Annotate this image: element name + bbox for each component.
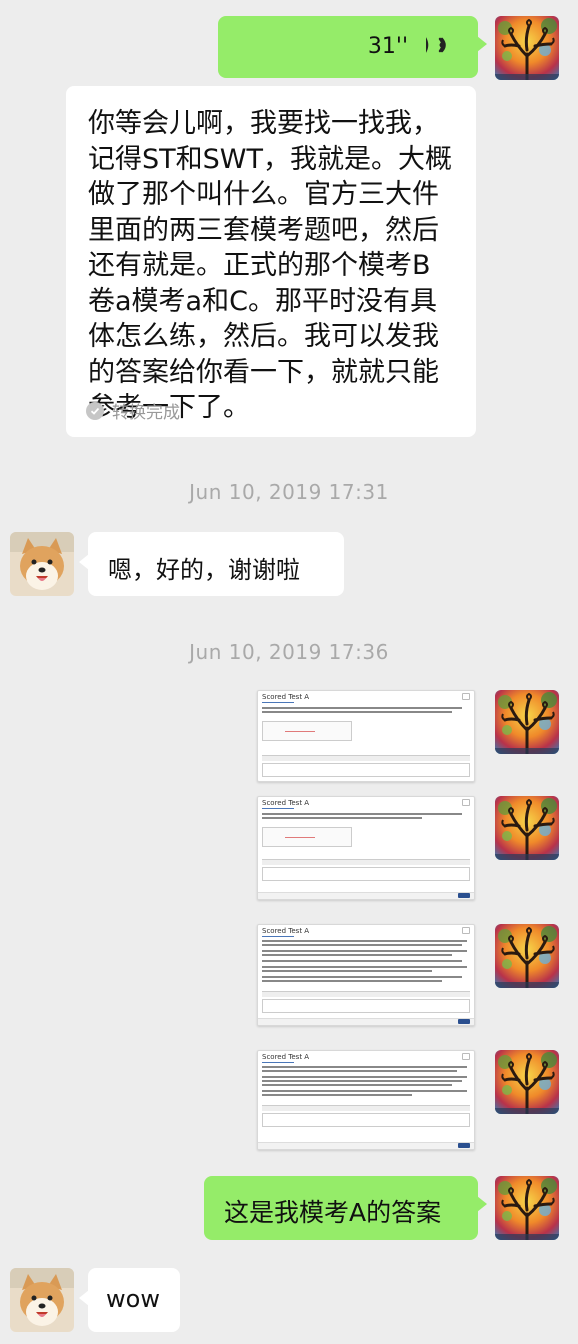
title-underline [262, 936, 294, 937]
text-line [262, 960, 462, 962]
text-line [262, 1094, 412, 1096]
screenshot-footer [258, 1018, 474, 1025]
text-line [262, 980, 442, 982]
text-line [262, 944, 462, 946]
text-line [262, 1076, 467, 1078]
message-text: 这是我模考A的答案 [224, 1198, 442, 1227]
tree-avatar-icon [495, 1050, 559, 1114]
title-underline [262, 1062, 294, 1063]
text-line [262, 970, 432, 972]
answer-area [262, 867, 470, 881]
voice-duration: 31'' [367, 34, 408, 59]
screenshot-title: Scored Test A [262, 1053, 310, 1061]
answer-area [262, 763, 470, 777]
text-line [262, 813, 462, 815]
screenshot-title: Scored Test A [262, 799, 310, 807]
tree-avatar-icon [495, 690, 559, 754]
self-message-bubble[interactable]: 这是我模考A的答案 [204, 1176, 487, 1240]
timestamp: Jun 10, 2019 17:36 [189, 640, 389, 664]
text-line [262, 1084, 452, 1086]
self-avatar[interactable] [495, 690, 559, 754]
screenshot-footer [258, 1142, 474, 1149]
timestamp: Jun 10, 2019 17:31 [189, 480, 389, 504]
audio-box [262, 721, 352, 741]
screenshot-title: Scored Test A [262, 927, 310, 935]
screenshot-footer [258, 892, 474, 899]
self-avatar[interactable] [495, 1050, 559, 1114]
friend-avatar[interactable] [10, 1268, 74, 1332]
menu-icon [462, 799, 470, 806]
text-line [262, 707, 462, 709]
voice-message-bubble[interactable]: 31'' [218, 16, 487, 78]
tree-avatar-icon [495, 924, 559, 988]
answer-area [262, 1113, 470, 1127]
menu-icon [462, 927, 470, 934]
image-message-screenshot[interactable]: Scored Test A [257, 690, 475, 782]
self-avatar[interactable] [495, 924, 559, 988]
friend-avatar[interactable] [10, 532, 74, 596]
editor-toolbar [262, 859, 470, 865]
tree-avatar-icon [495, 1176, 559, 1240]
text-line [262, 950, 467, 952]
text-line [262, 976, 462, 978]
text-line [262, 966, 467, 968]
transcript-text: 你等会儿啊，我要找一找我，记得ST和SWT，我就是。大概做了那个叫什么。官方三大… [88, 108, 452, 423]
check-circle-icon [86, 401, 104, 420]
self-avatar[interactable] [495, 1176, 559, 1240]
image-message-screenshot[interactable]: Scored Test A [257, 1050, 475, 1150]
answer-area [262, 999, 470, 1013]
editor-toolbar [262, 991, 470, 997]
friend-message-bubble[interactable]: 嗯，好的，谢谢啦 [79, 532, 344, 596]
friend-message-bubble[interactable]: wow [79, 1268, 180, 1332]
message-text: wow [106, 1285, 160, 1313]
screenshot-title: Scored Test A [262, 693, 310, 701]
text-line [262, 1066, 467, 1068]
editor-toolbar [262, 1105, 470, 1111]
editor-toolbar [262, 755, 470, 761]
self-avatar[interactable] [495, 796, 559, 860]
text-line [262, 940, 467, 942]
image-message-screenshot[interactable]: Scored Test A [257, 924, 475, 1026]
self-avatar[interactable] [495, 16, 559, 80]
text-line [262, 1070, 457, 1072]
audio-box [262, 827, 352, 847]
text-line [262, 817, 422, 819]
text-line [262, 954, 452, 956]
text-line [262, 1090, 467, 1092]
menu-icon [462, 1053, 470, 1060]
text-line [262, 1080, 462, 1082]
menu-icon [462, 693, 470, 700]
image-message-screenshot[interactable]: Scored Test A [257, 796, 475, 900]
voice-wave-icon [426, 37, 446, 53]
tree-avatar-icon [495, 16, 559, 80]
message-text: 嗯，好的，谢谢啦 [108, 556, 300, 584]
title-underline [262, 702, 294, 703]
convert-status-label: 转换完成 [112, 403, 180, 423]
text-line [262, 711, 452, 713]
tree-avatar-icon [495, 796, 559, 860]
shiba-dog-avatar-icon [10, 532, 74, 596]
title-underline [262, 808, 294, 809]
transcript-bubble[interactable]: 你等会儿啊，我要找一找我，记得ST和SWT，我就是。大概做了那个叫什么。官方三大… [66, 86, 476, 437]
convert-status: 转换完成 [86, 398, 180, 423]
shiba-dog-avatar-icon [10, 1268, 74, 1332]
